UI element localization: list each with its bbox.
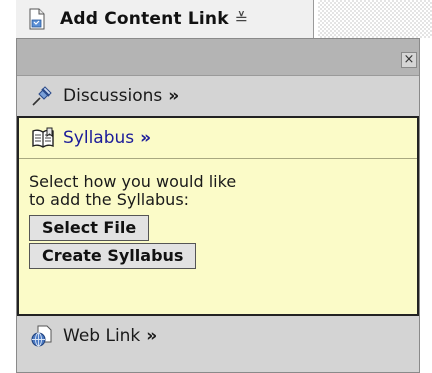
content-link-discussions[interactable]: Discussions » [17, 76, 419, 116]
syllabus-prompt-line1: Select how you would like [29, 172, 237, 191]
select-file-button[interactable]: Select File [29, 215, 150, 241]
syllabus-label: Syllabus [63, 128, 135, 148]
syllabus-prompt: Select how you would like to add the Syl… [29, 173, 329, 209]
syllabus-section: Syllabus » Select how you would like to … [17, 116, 419, 316]
syllabus-prompt-line2: to add the Syllabus: [29, 190, 190, 209]
add-content-panel: × Discussions » Syllabus » Select how yo… [16, 38, 420, 373]
book-icon [31, 127, 55, 149]
close-icon[interactable]: × [401, 52, 417, 68]
discussions-label: Discussions [63, 86, 163, 106]
create-syllabus-button[interactable]: Create Syllabus [29, 243, 197, 269]
syllabus-arrow: » [140, 128, 152, 148]
web-link-arrow: » [146, 326, 158, 346]
pushpin-icon [31, 85, 53, 107]
syllabus-options: Select how you would like to add the Syl… [19, 159, 417, 271]
panel-toolbar: × [17, 39, 419, 76]
discussions-arrow: » [168, 86, 180, 106]
collapse-toggle-icon[interactable]: ≚ [235, 11, 248, 27]
add-content-icon [28, 8, 46, 30]
web-link-label: Web Link [63, 326, 141, 346]
content-link-syllabus[interactable]: Syllabus » [19, 118, 417, 159]
panel-header-tab: Add Content Link ≚ [16, 0, 314, 38]
content-link-web-link[interactable]: Web Link » [17, 316, 419, 356]
globe-document-icon [31, 325, 53, 347]
panel-title: Add Content Link [60, 9, 229, 29]
checkered-backdrop [318, 0, 432, 38]
